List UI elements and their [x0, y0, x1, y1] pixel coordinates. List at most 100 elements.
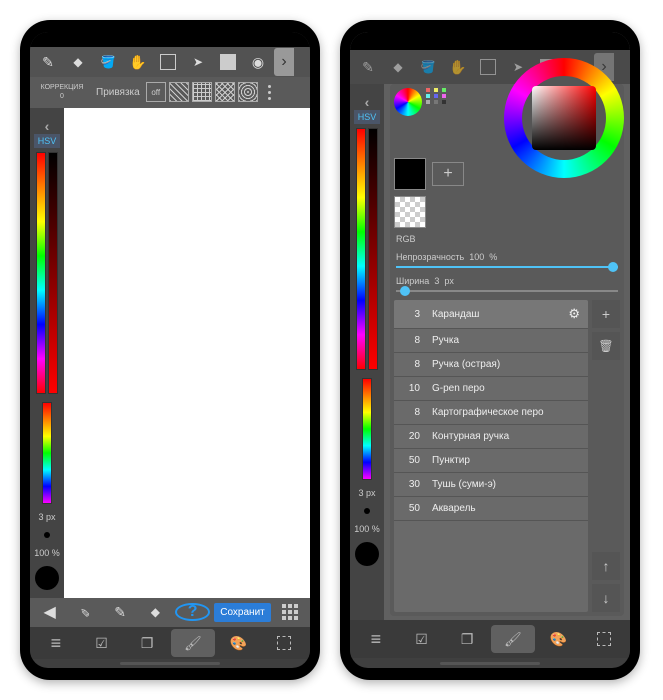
swatch-transparent[interactable] — [394, 196, 426, 228]
menu-button[interactable] — [34, 629, 78, 657]
brush-size-value: 20 — [402, 431, 420, 442]
brush-size-value: 8 — [402, 335, 420, 346]
opacity-slider[interactable] — [396, 266, 618, 268]
tool-rect[interactable] — [474, 53, 502, 81]
eyedropper[interactable] — [69, 598, 100, 626]
tool-bucket[interactable] — [94, 48, 122, 76]
width-slider[interactable] — [396, 290, 618, 292]
pattern-parallel[interactable] — [169, 82, 189, 102]
brush-row[interactable]: 10G-pen перо — [394, 377, 588, 401]
top-toolbar: › — [30, 47, 310, 76]
pattern-grid[interactable] — [192, 82, 212, 102]
brush-delete-button[interactable] — [592, 332, 620, 360]
layers-button[interactable] — [445, 625, 489, 653]
brush-down-button[interactable]: ↓ — [592, 584, 620, 612]
hue-slider[interactable] — [36, 152, 46, 394]
palette-button[interactable] — [537, 625, 581, 653]
color-grid-icon[interactable] — [426, 88, 454, 116]
tool-rect[interactable] — [154, 48, 182, 76]
brush-row[interactable]: 50Пунктир — [394, 449, 588, 473]
tool-bucket[interactable] — [414, 53, 442, 81]
brush-row[interactable]: 50Акварель — [394, 497, 588, 521]
brush-size-value: 3 — [402, 309, 420, 320]
binding-label: Привязка — [94, 87, 142, 98]
opacity-slider-row: Непрозрачность 100 % — [394, 248, 620, 272]
brush-size-value: 50 — [402, 503, 420, 514]
value-slider-2[interactable] — [362, 378, 372, 480]
hue-slider[interactable] — [356, 128, 366, 370]
select-button[interactable] — [582, 625, 626, 653]
correction-display[interactable]: КОРРЕКЦИЯ 0 — [34, 78, 90, 106]
brush-row[interactable]: 20Контурная ручка — [394, 425, 588, 449]
brush-name: Ручка (острая) — [432, 359, 500, 370]
current-color-icon[interactable] — [355, 542, 379, 566]
hsv-tab[interactable]: HSV — [34, 134, 61, 148]
brush-row[interactable]: 3Карандаш⚙ — [394, 300, 588, 329]
value-slider-2[interactable] — [42, 402, 52, 504]
canvas[interactable] — [64, 108, 310, 598]
menu-button[interactable] — [354, 625, 398, 653]
brush-row[interactable]: 8 Ручка — [394, 329, 588, 353]
edit-button[interactable] — [80, 629, 124, 657]
apps-button[interactable] — [275, 598, 306, 626]
brush-name: Ручка — [432, 335, 459, 346]
brush-preview-icon — [364, 508, 370, 514]
value-slider-1[interactable] — [48, 152, 58, 394]
phone-left: › КОРРЕКЦИЯ 0 Привязка off — [20, 20, 320, 680]
sidebar-back[interactable]: ‹ — [357, 88, 377, 110]
brush-add-button[interactable]: + — [592, 300, 620, 328]
tool-pencil[interactable] — [34, 48, 62, 76]
snap-patterns: off — [146, 82, 279, 102]
brush-button[interactable] — [171, 629, 215, 657]
tool-fill-rect[interactable] — [214, 48, 242, 76]
current-color-icon[interactable] — [35, 566, 59, 590]
save-button[interactable]: Сохранит — [214, 603, 270, 622]
brush-row[interactable]: 8Ручка (острая) — [394, 353, 588, 377]
gear-icon[interactable]: ⚙ — [568, 306, 580, 322]
pattern-off[interactable]: off — [146, 82, 166, 102]
pattern-cross[interactable] — [215, 82, 235, 102]
mid-toolbar: ◀ ? Сохранит — [30, 598, 310, 627]
brush-name: Картографическое перо — [432, 407, 544, 418]
color-wheel-icon[interactable] — [394, 88, 422, 116]
rgb-label[interactable]: RGB — [396, 234, 620, 244]
brush-button[interactable] — [491, 625, 535, 653]
hsv-tab[interactable]: HSV — [354, 110, 381, 124]
brush-size-value: 50 — [402, 455, 420, 466]
tool-gradient[interactable] — [244, 48, 272, 76]
opacity-label: 100 % — [354, 524, 380, 534]
help-icon[interactable]: ? — [175, 603, 210, 621]
tool-pencil[interactable] — [354, 53, 382, 81]
brush-row[interactable]: 8 Картографическое перо — [394, 401, 588, 425]
tool-hand[interactable] — [444, 53, 472, 81]
mid-eraser[interactable] — [140, 598, 171, 626]
sidebar-back[interactable]: ‹ — [37, 112, 57, 134]
brush-up-button[interactable]: ↑ — [592, 552, 620, 580]
edit-button[interactable] — [400, 625, 444, 653]
palette-button[interactable] — [217, 629, 261, 657]
color-sidebar: ‹ HSV 3 px 100 % — [30, 108, 64, 598]
tool-hand[interactable] — [124, 48, 152, 76]
brush-row[interactable]: 30Тушь (суми-э) — [394, 473, 588, 497]
tool-eraser[interactable] — [384, 53, 412, 81]
pattern-radial[interactable] — [238, 82, 258, 102]
bottom-bar — [30, 627, 310, 660]
brush-list[interactable]: 3Карандаш⚙8Ручка8Ручка (острая)10G-pen п… — [394, 300, 588, 612]
layers-button[interactable] — [125, 629, 169, 657]
bottom-bar — [350, 620, 630, 658]
tool-eraser[interactable] — [64, 48, 92, 76]
screen: › КОРРЕКЦИЯ 0 Привязка off — [30, 32, 310, 668]
status-bar — [30, 32, 310, 47]
brush-preview-icon — [44, 532, 50, 538]
value-slider-1[interactable] — [368, 128, 378, 370]
pattern-more[interactable] — [261, 85, 279, 100]
toolbar-more[interactable]: › — [274, 48, 294, 76]
brush-name: G-pen перо — [432, 383, 485, 394]
select-button[interactable] — [262, 629, 306, 657]
color-wheel[interactable] — [504, 58, 624, 178]
tool-transform[interactable] — [184, 48, 212, 76]
brush-size-value: 8 — [402, 407, 420, 418]
toggle-sidebar[interactable]: ◀ — [34, 598, 65, 626]
sv-square[interactable] — [532, 86, 596, 150]
mid-pencil[interactable] — [105, 598, 136, 626]
